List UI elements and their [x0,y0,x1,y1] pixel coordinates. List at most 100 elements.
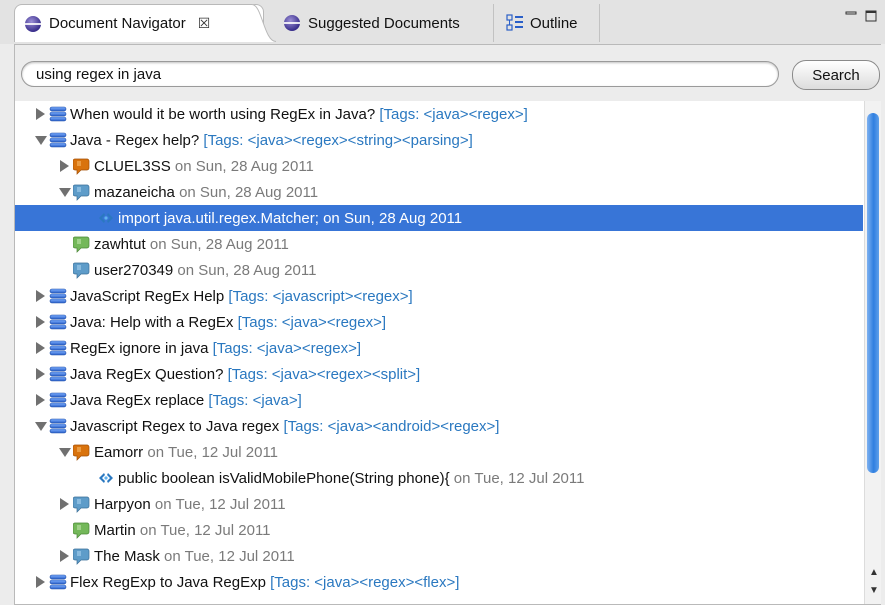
vertical-scrollbar[interactable]: ▲ ▼ [864,101,881,604]
question-title: Java - Regex help? [70,131,200,149]
expand-arrow-icon[interactable] [35,342,45,354]
tree-item-question[interactable]: Java RegEx replace [Tags: <java>] [15,387,863,413]
expand-arrow-icon[interactable] [35,290,45,302]
answer-author: Martin [94,521,136,539]
answer-author: zawhtut [94,235,146,253]
tree-item-answer[interactable]: user270349 on Sun, 28 Aug 2011 [15,257,863,283]
answer-date: on Sun, 28 Aug 2011 [174,157,314,175]
collapse-arrow-icon[interactable] [59,446,71,458]
tab-label: Outline [530,14,578,32]
answer-bubble-green-icon [73,235,91,253]
question-title: When would it be worth using RegEx in Ja… [70,105,376,123]
question-tags: [Tags: <javascript><regex>] [228,287,413,305]
document-tree[interactable]: When would it be worth using RegEx in Ja… [15,101,863,604]
search-button[interactable]: Search [792,60,880,90]
answer-author: user270349 [94,261,174,279]
question-tags: [Tags: <java><android><regex>] [283,417,500,435]
minimize-icon[interactable] [845,10,857,22]
tab-suggested-documents[interactable]: Suggested Documents [278,4,494,42]
close-icon[interactable]: ☒ [198,15,211,32]
tree-item-answer[interactable]: mazaneicha on Sun, 28 Aug 2011 [15,179,863,205]
search-bar: Search [15,45,882,101]
answer-date: on Tue, 12 Jul 2011 [154,495,286,513]
tab-outline[interactable]: Outline [500,4,600,42]
expand-arrow-icon[interactable] [35,108,45,120]
question-title: JavaScript RegEx Help [70,287,225,305]
expand-arrow-icon[interactable] [35,316,45,328]
tree-item-answer[interactable]: Harpyon on Tue, 12 Jul 2011 [15,491,863,517]
answer-author: Harpyon [94,495,151,513]
question-title: RegEx ignore in java [70,339,209,357]
collapse-arrow-icon[interactable] [59,186,71,198]
answer-date: on Sun, 28 Aug 2011 [179,183,319,201]
scroll-down-icon[interactable]: ▼ [869,585,879,596]
question-title: Java RegEx Question? [70,365,224,383]
outline-icon [506,14,523,31]
answer-bubble-orange-icon [73,443,91,461]
answer-date: on Sun, 28 Aug 2011 [177,261,317,279]
tree-item-question[interactable]: When would it be worth using RegEx in Ja… [15,101,863,127]
tree-item-question[interactable]: Java - Regex help? [Tags: <java><regex><… [15,127,863,153]
question-tags: [Tags: <java><regex><split>] [227,365,421,383]
question-stack-icon [49,417,67,435]
eclipse-view-icon [25,15,41,32]
tree-item-question[interactable]: Java: Help with a RegEx [Tags: <java><re… [15,309,863,335]
search-input[interactable] [21,61,779,87]
answer-date: on Sun, 28 Aug 2011 [149,235,289,253]
code-line: import java.util.regex.Matcher; [118,209,319,227]
tree-item-question[interactable]: JavaScript RegEx Help [Tags: <javascript… [15,283,863,309]
question-stack-icon [49,391,67,409]
tree-item-question[interactable]: RegEx ignore in java [Tags: <java><regex… [15,335,863,361]
tree-item-code-snippet[interactable]: public boolean isValidMobilePhone(String… [15,465,863,491]
answer-author: Eamorr [94,443,144,461]
answer-bubble-orange-icon [73,157,91,175]
expand-arrow-icon[interactable] [59,498,69,510]
answer-author: mazaneicha [94,183,175,201]
question-tags: [Tags: <java><regex>] [237,313,387,331]
tab-document-navigator[interactable]: Document Navigator ☒ [14,4,264,42]
tree-item-code-snippet[interactable]: import java.util.regex.Matcher; on Sun, … [15,205,863,231]
expand-arrow-icon[interactable] [59,160,69,172]
answer-author: CLUEL3SS [94,157,171,175]
question-tags: [Tags: <java><regex>] [379,105,528,123]
question-tags: [Tags: <java>] [208,391,302,409]
answer-date: on Tue, 12 Jul 2011 [139,521,271,539]
tree-item-question[interactable]: Java RegEx Question? [Tags: <java><regex… [15,361,863,387]
expand-arrow-icon[interactable] [35,394,45,406]
answer-bubble-green-icon [73,521,91,539]
question-tags: [Tags: <java><regex><string><parsing>] [203,131,473,149]
answer-date: on Tue, 12 Jul 2011 [164,547,295,565]
expand-arrow-icon[interactable] [35,576,45,588]
tree-item-question[interactable]: Javascript Regex to Java regex [Tags: <j… [15,413,863,439]
maximize-icon[interactable] [865,10,877,22]
tab-label: Suggested Documents [308,14,460,32]
scrollbar-thumb[interactable] [867,113,879,473]
collapse-arrow-icon[interactable] [35,420,47,432]
question-stack-icon [49,131,67,149]
question-title: Java RegEx replace [70,391,205,409]
expand-arrow-icon[interactable] [35,368,45,380]
collapse-arrow-icon[interactable] [35,134,47,146]
question-tags: [Tags: <java><regex><flex>] [270,573,460,591]
view-controls [845,10,877,22]
tab-label: Document Navigator [49,15,186,32]
expand-arrow-icon[interactable] [59,550,69,562]
tree-item-answer[interactable]: zawhtut on Sun, 28 Aug 2011 [15,231,863,257]
tree-item-answer[interactable]: Eamorr on Tue, 12 Jul 2011 [15,439,863,465]
code-snippet-icon [97,469,115,487]
question-stack-icon [49,313,67,331]
question-stack-icon [49,105,67,123]
code-date: on Sun, 28 Aug 2011 [323,209,463,227]
answer-bubble-blue-icon [73,183,91,201]
question-stack-icon [49,287,67,305]
code-date: on Tue, 12 Jul 2011 [453,469,585,487]
scroll-up-icon[interactable]: ▲ [869,567,879,578]
question-stack-icon [49,339,67,357]
tree-item-answer[interactable]: Martin on Tue, 12 Jul 2011 [15,517,863,543]
tab-curve [252,4,276,42]
tree-item-question[interactable]: Flex RegExp to Java RegExp [Tags: <java>… [15,569,863,595]
tree-item-answer[interactable]: The Mask on Tue, 12 Jul 2011 [15,543,863,569]
tree-item-answer[interactable]: CLUEL3SS on Sun, 28 Aug 2011 [15,153,863,179]
code-line: public boolean isValidMobilePhone(String… [118,469,450,487]
answer-date: on Tue, 12 Jul 2011 [147,443,279,461]
